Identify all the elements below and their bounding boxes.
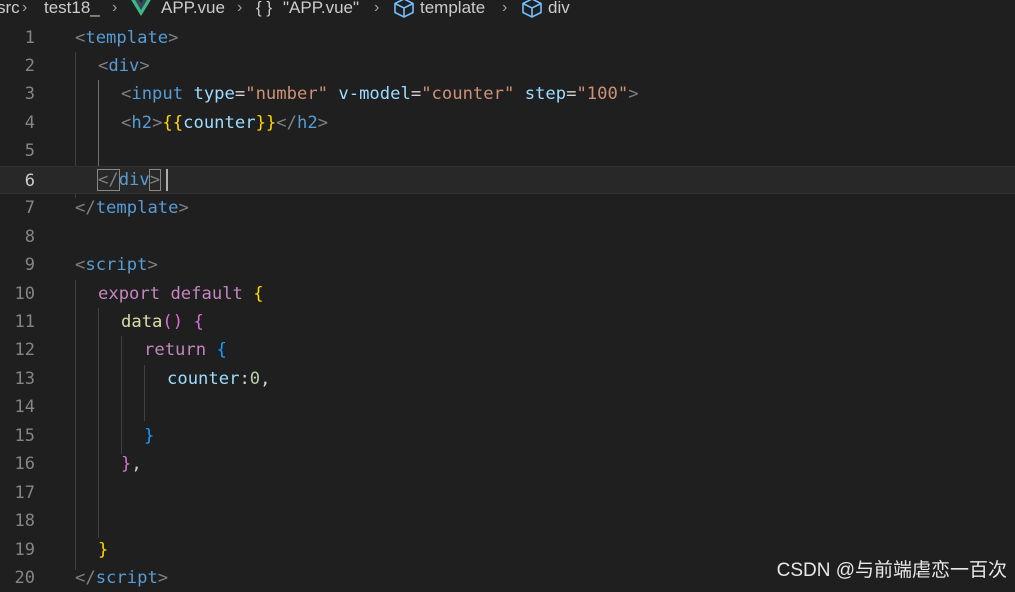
- chevron-right-icon: ›: [374, 0, 380, 16]
- line-number: 7: [24, 198, 35, 218]
- code-line[interactable]: 11 data() {: [0, 308, 1015, 336]
- code-line[interactable]: 3 <input type="number" v-model="counter"…: [0, 80, 1015, 108]
- line-number: 19: [14, 540, 35, 560]
- code-line[interactable]: 4 <h2>{{counter}}</h2>: [0, 109, 1015, 137]
- chevron-right-icon: ›: [22, 0, 28, 16]
- line-number: 3: [24, 84, 35, 104]
- code-line[interactable]: 14: [0, 393, 1015, 421]
- code-line[interactable]: 2 <div>: [0, 52, 1015, 80]
- code-line[interactable]: 10 export default {: [0, 280, 1015, 308]
- code-line[interactable]: 15 }: [0, 422, 1015, 450]
- code-line[interactable]: 8: [0, 223, 1015, 251]
- code-line[interactable]: 1 <template>: [0, 24, 1015, 52]
- code-text: <div>: [98, 56, 150, 76]
- line-number: 12: [14, 340, 35, 360]
- code-line[interactable]: 17: [0, 479, 1015, 507]
- code-text: }: [98, 540, 109, 560]
- text-cursor: [166, 169, 168, 191]
- code-line[interactable]: 13 counter:0,: [0, 365, 1015, 393]
- code-line[interactable]: 16 },: [0, 450, 1015, 478]
- code-text: data() {: [121, 312, 204, 332]
- code-text: counter:0,: [167, 369, 271, 389]
- line-number: 8: [24, 227, 35, 247]
- vue-icon: [130, 0, 152, 20]
- line-number: 1: [24, 28, 35, 48]
- code-text: <h2>{{counter}}</h2>: [121, 113, 329, 133]
- symbol-module-icon: [521, 0, 543, 18]
- code-text: },: [121, 454, 142, 474]
- code-line[interactable]: 7 </template>: [0, 194, 1015, 222]
- line-number: 13: [14, 369, 35, 389]
- watermark: CSDN @与前端虐恋一百次: [776, 560, 1007, 581]
- line-number: 5: [24, 141, 35, 161]
- code-text: <template>: [75, 28, 179, 48]
- chevron-right-icon: ›: [112, 0, 118, 16]
- line-number: 17: [14, 483, 35, 503]
- code-text: <input type="number" v-model="counter" s…: [121, 84, 639, 104]
- line-number: 15: [14, 426, 35, 446]
- line-number: 2: [24, 56, 35, 76]
- line-number: 4: [24, 113, 35, 133]
- symbol-module-icon: [393, 0, 415, 18]
- code-text: </template>: [75, 198, 189, 218]
- line-number: 6: [24, 171, 35, 191]
- line-number: 14: [14, 397, 35, 417]
- breadcrumb-item-src[interactable]: src: [0, 0, 20, 20]
- breadcrumb-item-template[interactable]: template: [420, 0, 485, 20]
- code-line[interactable]: 18: [0, 507, 1015, 535]
- line-number: 18: [14, 511, 35, 531]
- breadcrumb-item-file[interactable]: APP.vue: [161, 0, 225, 20]
- code-text: <script>: [75, 255, 158, 275]
- chevron-right-icon: ›: [502, 0, 508, 16]
- breadcrumb-item-div[interactable]: div: [548, 0, 570, 20]
- line-number: 9: [24, 255, 35, 275]
- code-line[interactable]: 12 return {: [0, 336, 1015, 364]
- breadcrumb-item-folder[interactable]: test18_: [44, 0, 100, 20]
- line-number: 11: [14, 312, 35, 332]
- code-line[interactable]: 5: [0, 137, 1015, 165]
- code-text: }: [144, 426, 155, 446]
- code-text: return {: [144, 340, 227, 360]
- code-text: </div>: [97, 169, 162, 191]
- code-text: export default {: [98, 284, 264, 304]
- line-number: 10: [14, 284, 35, 304]
- chevron-right-icon: ›: [237, 0, 243, 16]
- braces-icon: { }: [256, 0, 273, 17]
- breadcrumb: src › test18_ › APP.vue › { } "APP.vue" …: [0, 0, 1015, 20]
- code-line-current[interactable]: 6 </div>: [0, 166, 1015, 194]
- breadcrumb-item-module[interactable]: "APP.vue": [283, 0, 359, 20]
- code-line[interactable]: 9 <script>: [0, 251, 1015, 279]
- line-number: 16: [14, 454, 35, 474]
